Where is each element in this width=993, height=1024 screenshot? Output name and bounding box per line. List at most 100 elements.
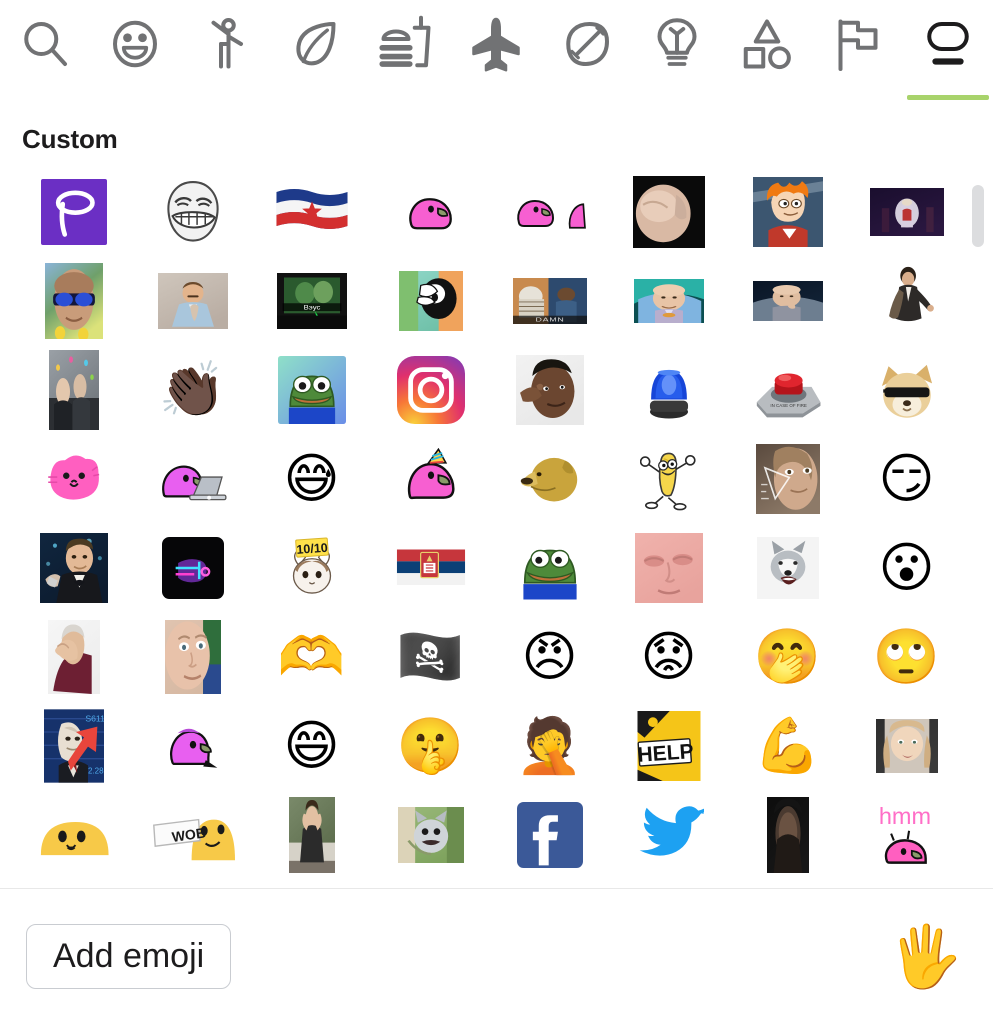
emoji-sad-pepe[interactable] [490,523,609,612]
emoji-stage-scene[interactable] [847,167,966,256]
emoji-flag-serbia[interactable] [371,523,490,612]
emoji-doge-head[interactable] [490,434,609,523]
emoji-flexed-biceps-glyph: 💪 [753,713,822,777]
emoji-person-photo[interactable] [252,790,371,879]
emoji-stonks[interactable]: S611 2.28 [14,701,133,790]
emoji-side-eye-glyph: 😏 [878,446,935,510]
emoji-goofy[interactable] [371,256,490,345]
emoji-blue-siren-image [641,356,697,424]
emoji-flag-yugoslavia[interactable] [252,167,371,256]
tab-people[interactable] [181,0,271,106]
emoji-futurama-fry[interactable] [728,167,847,256]
emoji-picard-facepalm[interactable] [14,612,133,701]
tab-flags[interactable] [812,0,902,106]
emoji-troll-face[interactable] [133,167,252,256]
emoji-leo-cheers[interactable] [14,523,133,612]
tab-smileys[interactable] [90,0,180,106]
emoji-ten-out-of-ten[interactable]: 10/10 [252,523,371,612]
emoji-smiling-closed-eyes[interactable]: 😄 [252,701,371,790]
emoji-ron-burgundy[interactable] [133,256,252,345]
emoji-sunglasses-man[interactable] [14,256,133,345]
emoji-pink-face-photo[interactable] [609,523,728,612]
emoji-facepalm-emoji[interactable]: 🤦 [490,701,609,790]
football-icon [557,14,617,74]
section-header-custom: Custom [22,124,118,154]
emoji-blonde-girl[interactable] [847,701,966,790]
emoji-parrot-pair[interactable] [490,167,609,256]
emoji-cat-paw-photo[interactable] [609,167,728,256]
emoji-sweat-smile[interactable]: 😅 [252,434,371,523]
emoji-stage-scene-image [869,187,944,236]
emoji-dark-photo[interactable] [728,790,847,879]
emoji-heart-hands[interactable]: 🫶 [252,612,371,701]
emoji-husky-dog[interactable] [728,523,847,612]
emoji-dr-evil-two-image [752,280,823,321]
emoji-peeking-face[interactable] [14,790,133,879]
emoji-pitch-logo[interactable] [14,167,133,256]
emoji-angry-face[interactable]: 😠 [490,612,609,701]
emoji-hand-over-mouth[interactable]: 🤭 [728,612,847,701]
emoji-doge-sunglasses[interactable] [847,345,966,434]
emoji-twitter-bird[interactable] [609,790,728,879]
emoji-pepe-frog[interactable] [252,345,371,434]
emoji-facebook-logo[interactable] [490,790,609,879]
emoji-shushing-face[interactable]: 🤫 [371,701,490,790]
tab-travel[interactable] [451,0,541,106]
emoji-grid-scrollbar[interactable] [971,167,985,888]
emoji-math-lady[interactable] [728,434,847,523]
emoji-friday-movie[interactable]: DAMN [490,256,609,345]
emoji-parrot-bounce[interactable] [133,701,252,790]
person-icon [196,14,256,74]
emoji-staring-man-image [164,619,221,694]
emoji-roll-safe-image [515,354,584,425]
emoji-staring-man[interactable] [133,612,252,701]
emoji-roll-safe[interactable] [490,345,609,434]
tab-custom[interactable] [903,0,993,106]
emoji-instagram-logo[interactable] [371,345,490,434]
tab-food[interactable] [361,0,451,106]
emoji-astonished-face[interactable]: 😮 [847,523,966,612]
tab-activities[interactable] [542,0,632,106]
tab-symbols[interactable] [722,0,812,106]
emoji-flexed-biceps[interactable]: 💪 [728,701,847,790]
svg-text:2.28: 2.28 [88,766,104,775]
svg-text:hmm: hmm [878,802,930,828]
emoji-rolling-eyes[interactable]: 🙄 [847,612,966,701]
tab-nature[interactable] [271,0,361,106]
tab-objects[interactable] [632,0,722,106]
svg-text:10/10: 10/10 [295,540,327,556]
emoji-worried-face[interactable]: 😟 [609,612,728,701]
emoji-cat-meme[interactable] [371,790,490,879]
tab-active-indicator [726,95,808,100]
emoji-dr-evil-two[interactable] [728,256,847,345]
emoji-wob-sign[interactable]: WOB [133,790,252,879]
svg-text:HELP: HELP [637,740,694,767]
emoji-banana-dance[interactable] [609,434,728,523]
emoji-help-sign[interactable]: HELP [609,701,728,790]
emoji-hmm-parrot[interactable]: hmm [847,790,966,879]
tab-search[interactable] [0,0,90,106]
emoji-doge-sunglasses-image [871,357,943,423]
add-emoji-button[interactable]: Add emoji [26,923,232,990]
emoji-travolta[interactable] [847,256,966,345]
emoji-red-button[interactable]: IN CASE OF FIRE [728,345,847,434]
emoji-party-parrot[interactable] [371,167,490,256]
raised-hand-icon[interactable]: 🖐 [884,927,967,987]
emoji-goofy-image [398,270,463,331]
emoji-party-parrot-image [400,183,462,241]
emoji-neon-dark[interactable] [133,523,252,612]
emoji-dr-evil-one-image [633,278,704,323]
emoji-pink-cat[interactable] [14,434,133,523]
emoji-blue-siren[interactable] [609,345,728,434]
food-drink-icon [376,14,436,74]
emoji-crowd-photo[interactable] [14,345,133,434]
emoji-parrot-laptop[interactable] [133,434,252,523]
emoji-facebook-logo-image [516,801,583,868]
emoji-pirate-face[interactable]: 🏴‍☠️ [371,612,490,701]
scrollbar-thumb[interactable] [972,185,984,247]
emoji-side-eye[interactable]: 😏 [847,434,966,523]
emoji-clapping-hands[interactable]: 👏🏿 [133,345,252,434]
emoji-dr-evil-one[interactable] [609,256,728,345]
emoji-party-parrot-hat[interactable] [371,434,490,523]
emoji-tv-russian[interactable]: Вэус [252,256,371,345]
